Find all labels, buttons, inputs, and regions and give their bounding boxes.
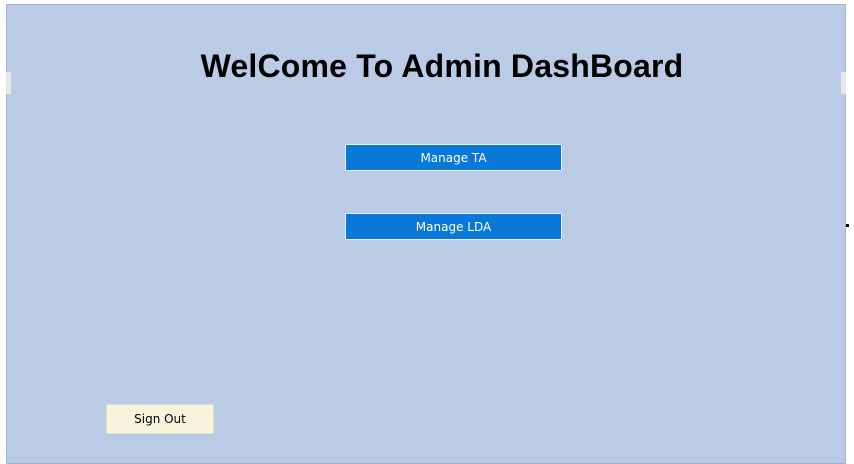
manage-ta-button[interactable]: Manage TA [345, 144, 562, 171]
sign-out-button[interactable]: Sign Out [106, 404, 214, 434]
application-window: WelCome To Admin DashBoard Manage TA Man… [0, 0, 854, 464]
window-edge-marker [846, 224, 849, 227]
manage-lda-button[interactable]: Manage LDA [345, 213, 562, 240]
page-title: WelCome To Admin DashBoard [200, 48, 684, 84]
